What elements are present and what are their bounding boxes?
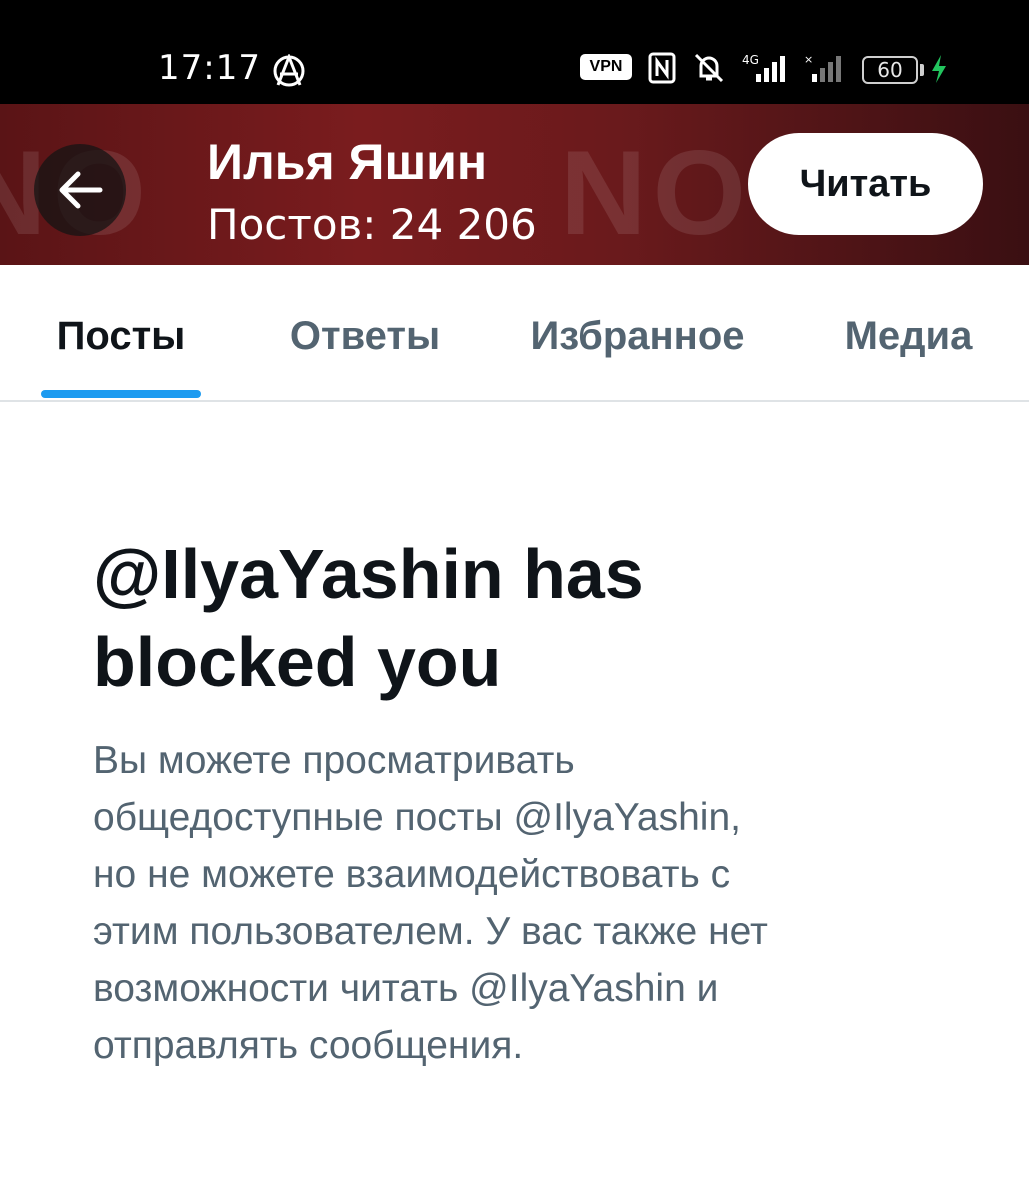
blocked-description-line: этим пользователем. У вас также нет	[93, 910, 768, 953]
blocked-description-line: но не можете взаимодействовать с	[93, 853, 731, 896]
blocked-description: Вы можете просматривать общедоступные по…	[93, 732, 913, 1074]
follow-button[interactable]: Читать	[748, 133, 983, 235]
blocked-description-line: общедоступные посты @IlyaYashin,	[93, 796, 741, 839]
blocked-description-line: Вы можете просматривать	[93, 739, 575, 782]
blocked-description-line: возможности читать @IlyaYashin и	[93, 967, 719, 1010]
tab-active-indicator	[41, 390, 201, 398]
profile-header: NO NO Илья Яшин Постов: 24 206 Читать	[0, 104, 1029, 265]
status-time: 17:17	[158, 48, 261, 88]
profile-tabs: Посты Ответы Избранное Медиа	[0, 265, 1029, 402]
battery-nub	[920, 64, 924, 76]
tab-replies[interactable]: Ответы	[270, 265, 460, 400]
tab-media[interactable]: Медиа	[826, 265, 991, 400]
tab-posts[interactable]: Посты	[41, 265, 201, 400]
back-button[interactable]	[34, 144, 126, 236]
vpn-icon: VPN	[580, 54, 632, 80]
status-icons: VPN 4G × 60	[580, 52, 960, 86]
network-label: 4G	[742, 53, 759, 67]
banner-art: NO	[560, 126, 752, 260]
posts-count: Постов: 24 206	[207, 200, 537, 249]
profile-name: Илья Яшин	[207, 134, 488, 190]
blocked-title: @IlyaYashin has blocked you	[93, 530, 793, 706]
nfc-icon	[648, 52, 676, 84]
charging-icon	[932, 55, 946, 83]
mute-icon	[694, 53, 724, 83]
svg-text:×: ×	[804, 53, 813, 66]
anarchy-icon	[273, 54, 305, 87]
tab-favorites[interactable]: Избранное	[515, 265, 760, 400]
blocked-title-line: @IlyaYashin has	[93, 535, 644, 613]
status-bar: 17:17 VPN 4G × 60	[0, 0, 1029, 104]
signal-icon: 4G	[742, 53, 785, 82]
battery-icon: 60	[862, 56, 918, 84]
arrow-left-icon	[59, 171, 103, 209]
blocked-title-line: blocked you	[93, 623, 502, 701]
blocked-description-line: отправлять сообщения.	[93, 1024, 524, 1067]
signal-2-icon: ×	[804, 53, 841, 82]
battery-percent: 60	[877, 58, 903, 82]
